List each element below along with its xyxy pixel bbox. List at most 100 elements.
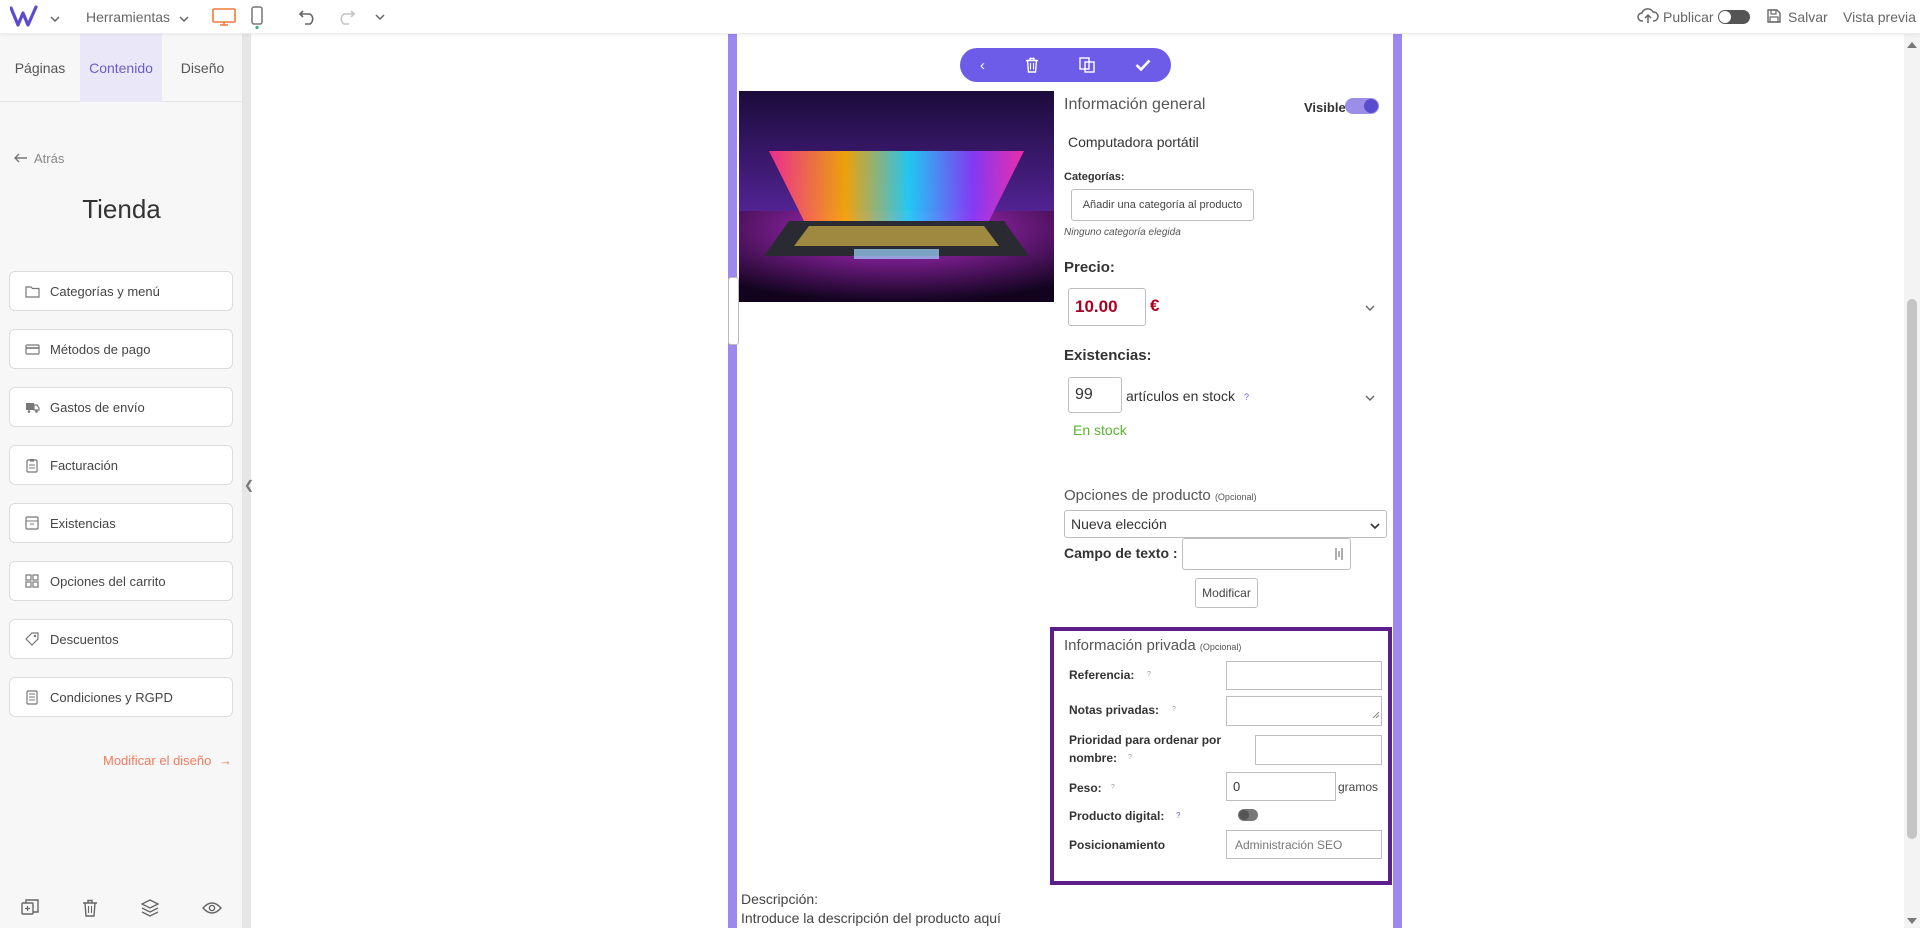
duplicate-icon[interactable]: [21, 898, 40, 922]
publish-label: Publicar: [1663, 9, 1714, 25]
options-select[interactable]: Nueva elección: [1064, 510, 1387, 538]
description-text[interactable]: Introduce la descripción del producto aq…: [741, 910, 1001, 926]
redo-button[interactable]: [336, 0, 356, 34]
panel-bottom-toolbar: [0, 892, 243, 928]
truck-icon: [24, 399, 40, 415]
trash-icon[interactable]: [1025, 57, 1039, 73]
text-field-label: Campo de texto :: [1064, 545, 1178, 561]
back-link[interactable]: Atrás: [14, 151, 64, 166]
tab-pages[interactable]: Páginas: [0, 34, 80, 102]
page-scrollbar[interactable]: [1904, 34, 1920, 928]
desktop-view-button[interactable]: [212, 0, 236, 34]
categories-label: Categorías:: [1064, 171, 1125, 183]
menu-item-shipping[interactable]: Gastos de envío: [9, 387, 233, 427]
duplicate-icon[interactable]: [1079, 57, 1095, 73]
menu-item-categories[interactable]: Categorías y menú: [9, 271, 233, 311]
description-label: Descripción:: [741, 891, 819, 907]
menu-item-label: Categorías y menú: [50, 283, 160, 299]
modify-button[interactable]: Modificar: [1195, 578, 1258, 608]
credit-card-icon: [24, 341, 40, 357]
weight-input[interactable]: 0: [1226, 772, 1336, 801]
scroll-up-arrow-icon[interactable]: [1907, 42, 1917, 48]
tag-icon: [24, 631, 40, 647]
scrollbar-thumb[interactable]: [1907, 299, 1917, 839]
menu-item-stock[interactable]: Existencias: [9, 503, 233, 543]
optional-tag: (Opcional): [1199, 642, 1242, 652]
menu-item-billing[interactable]: Facturación: [9, 445, 233, 485]
mobile-view-button[interactable]: [250, 0, 264, 34]
left-panel: Páginas Contenido Diseño Atrás Tienda Ca…: [0, 34, 243, 928]
help-icon[interactable]: ?: [1172, 706, 1176, 713]
optional-tag: (Opcional): [1214, 492, 1257, 502]
menu-item-payment-methods[interactable]: Métodos de pago: [9, 329, 233, 369]
arrow-left-icon: [14, 151, 28, 166]
in-stock-status: En stock: [1073, 422, 1127, 438]
text-field-input[interactable]: [1182, 538, 1351, 570]
field-options-icon[interactable]: [1334, 547, 1344, 566]
folder-icon: [24, 283, 40, 299]
eye-icon[interactable]: [201, 901, 222, 920]
digital-product-toggle[interactable]: [1238, 809, 1258, 821]
seo-label: Posicionamiento: [1069, 838, 1166, 852]
tab-content[interactable]: Contenido: [80, 34, 162, 102]
chevron-left-icon[interactable]: ‹: [980, 57, 985, 74]
logo-menu[interactable]: [9, 0, 60, 34]
publish-button[interactable]: Publicar: [1637, 0, 1750, 34]
menu-item-discounts[interactable]: Descuentos: [9, 619, 233, 659]
history-menu-button[interactable]: [375, 0, 385, 34]
priority-input[interactable]: [1255, 735, 1382, 765]
save-button[interactable]: Salvar: [1766, 0, 1828, 34]
chevron-left-icon[interactable]: ❮: [244, 478, 254, 492]
clipboard-icon: [24, 457, 40, 473]
top-bar: Herramientas Publicar Salvar Vista previ…: [0, 0, 1920, 34]
desktop-icon: [212, 7, 236, 27]
visible-toggle[interactable]: [1345, 98, 1379, 114]
preview-label: Vista previa: [1843, 9, 1916, 25]
block-toolbar: ‹: [960, 48, 1171, 82]
no-category-text: Ninguno categoría elegida: [1064, 227, 1181, 238]
chevron-down-icon: [50, 9, 60, 25]
stock-label: Existencias:: [1064, 347, 1152, 364]
price-input[interactable]: 10.00: [1068, 288, 1146, 326]
chevron-down-icon[interactable]: [1365, 388, 1375, 406]
priority-label-line1: Prioridad para ordenar por: [1069, 733, 1222, 747]
publish-toggle[interactable]: [1717, 10, 1750, 24]
add-category-button[interactable]: Añadir una categoría al producto: [1071, 189, 1254, 221]
menu-item-terms[interactable]: Condiciones y RGPD: [9, 677, 233, 717]
private-info-heading: Información privada (Opcional): [1064, 637, 1241, 654]
menu-item-label: Condiciones y RGPD: [50, 689, 173, 705]
tab-design[interactable]: Diseño: [162, 34, 243, 102]
help-icon[interactable]: ?: [1128, 754, 1132, 761]
menu-item-label: Gastos de envío: [50, 399, 145, 415]
help-icon[interactable]: ?: [1111, 784, 1115, 791]
reference-input[interactable]: [1226, 661, 1382, 690]
modify-design-link[interactable]: Modificar el diseño →: [103, 753, 232, 768]
menu-item-cart-options[interactable]: Opciones del carrito: [9, 561, 233, 601]
stock-input[interactable]: 99: [1068, 377, 1122, 413]
digital-product-label: Producto digital:: [1069, 809, 1165, 823]
stock-unit-label: artículos en stock: [1126, 388, 1235, 404]
chevron-down-icon[interactable]: [1365, 298, 1375, 316]
checkmark-icon[interactable]: [1135, 59, 1151, 71]
tools-menu[interactable]: Herramientas: [86, 0, 189, 34]
preview-button[interactable]: Vista previa: [1843, 0, 1916, 34]
product-name[interactable]: Computadora portátil: [1068, 134, 1199, 150]
scroll-down-arrow-icon[interactable]: [1907, 918, 1917, 924]
currency-symbol: €: [1150, 296, 1160, 315]
seo-admin-button[interactable]: Administración SEO: [1226, 830, 1382, 859]
undo-button[interactable]: [298, 0, 318, 34]
product-options-heading: Opciones de producto (Opcional): [1064, 487, 1256, 504]
product-image[interactable]: [739, 91, 1054, 302]
trash-icon[interactable]: [82, 899, 98, 922]
help-icon[interactable]: ?: [1244, 392, 1249, 402]
drag-handle[interactable]: [728, 277, 739, 345]
menu-item-label: Existencias: [50, 515, 116, 531]
resize-grip-icon[interactable]: [1372, 706, 1380, 724]
reference-label: Referencia:: [1069, 668, 1135, 682]
redo-icon: [336, 8, 356, 26]
help-icon[interactable]: ?: [1176, 811, 1180, 820]
help-icon[interactable]: ?: [1147, 671, 1151, 678]
layers-icon[interactable]: [140, 898, 160, 922]
undo-icon: [298, 8, 318, 26]
private-notes-textarea[interactable]: [1226, 696, 1382, 726]
